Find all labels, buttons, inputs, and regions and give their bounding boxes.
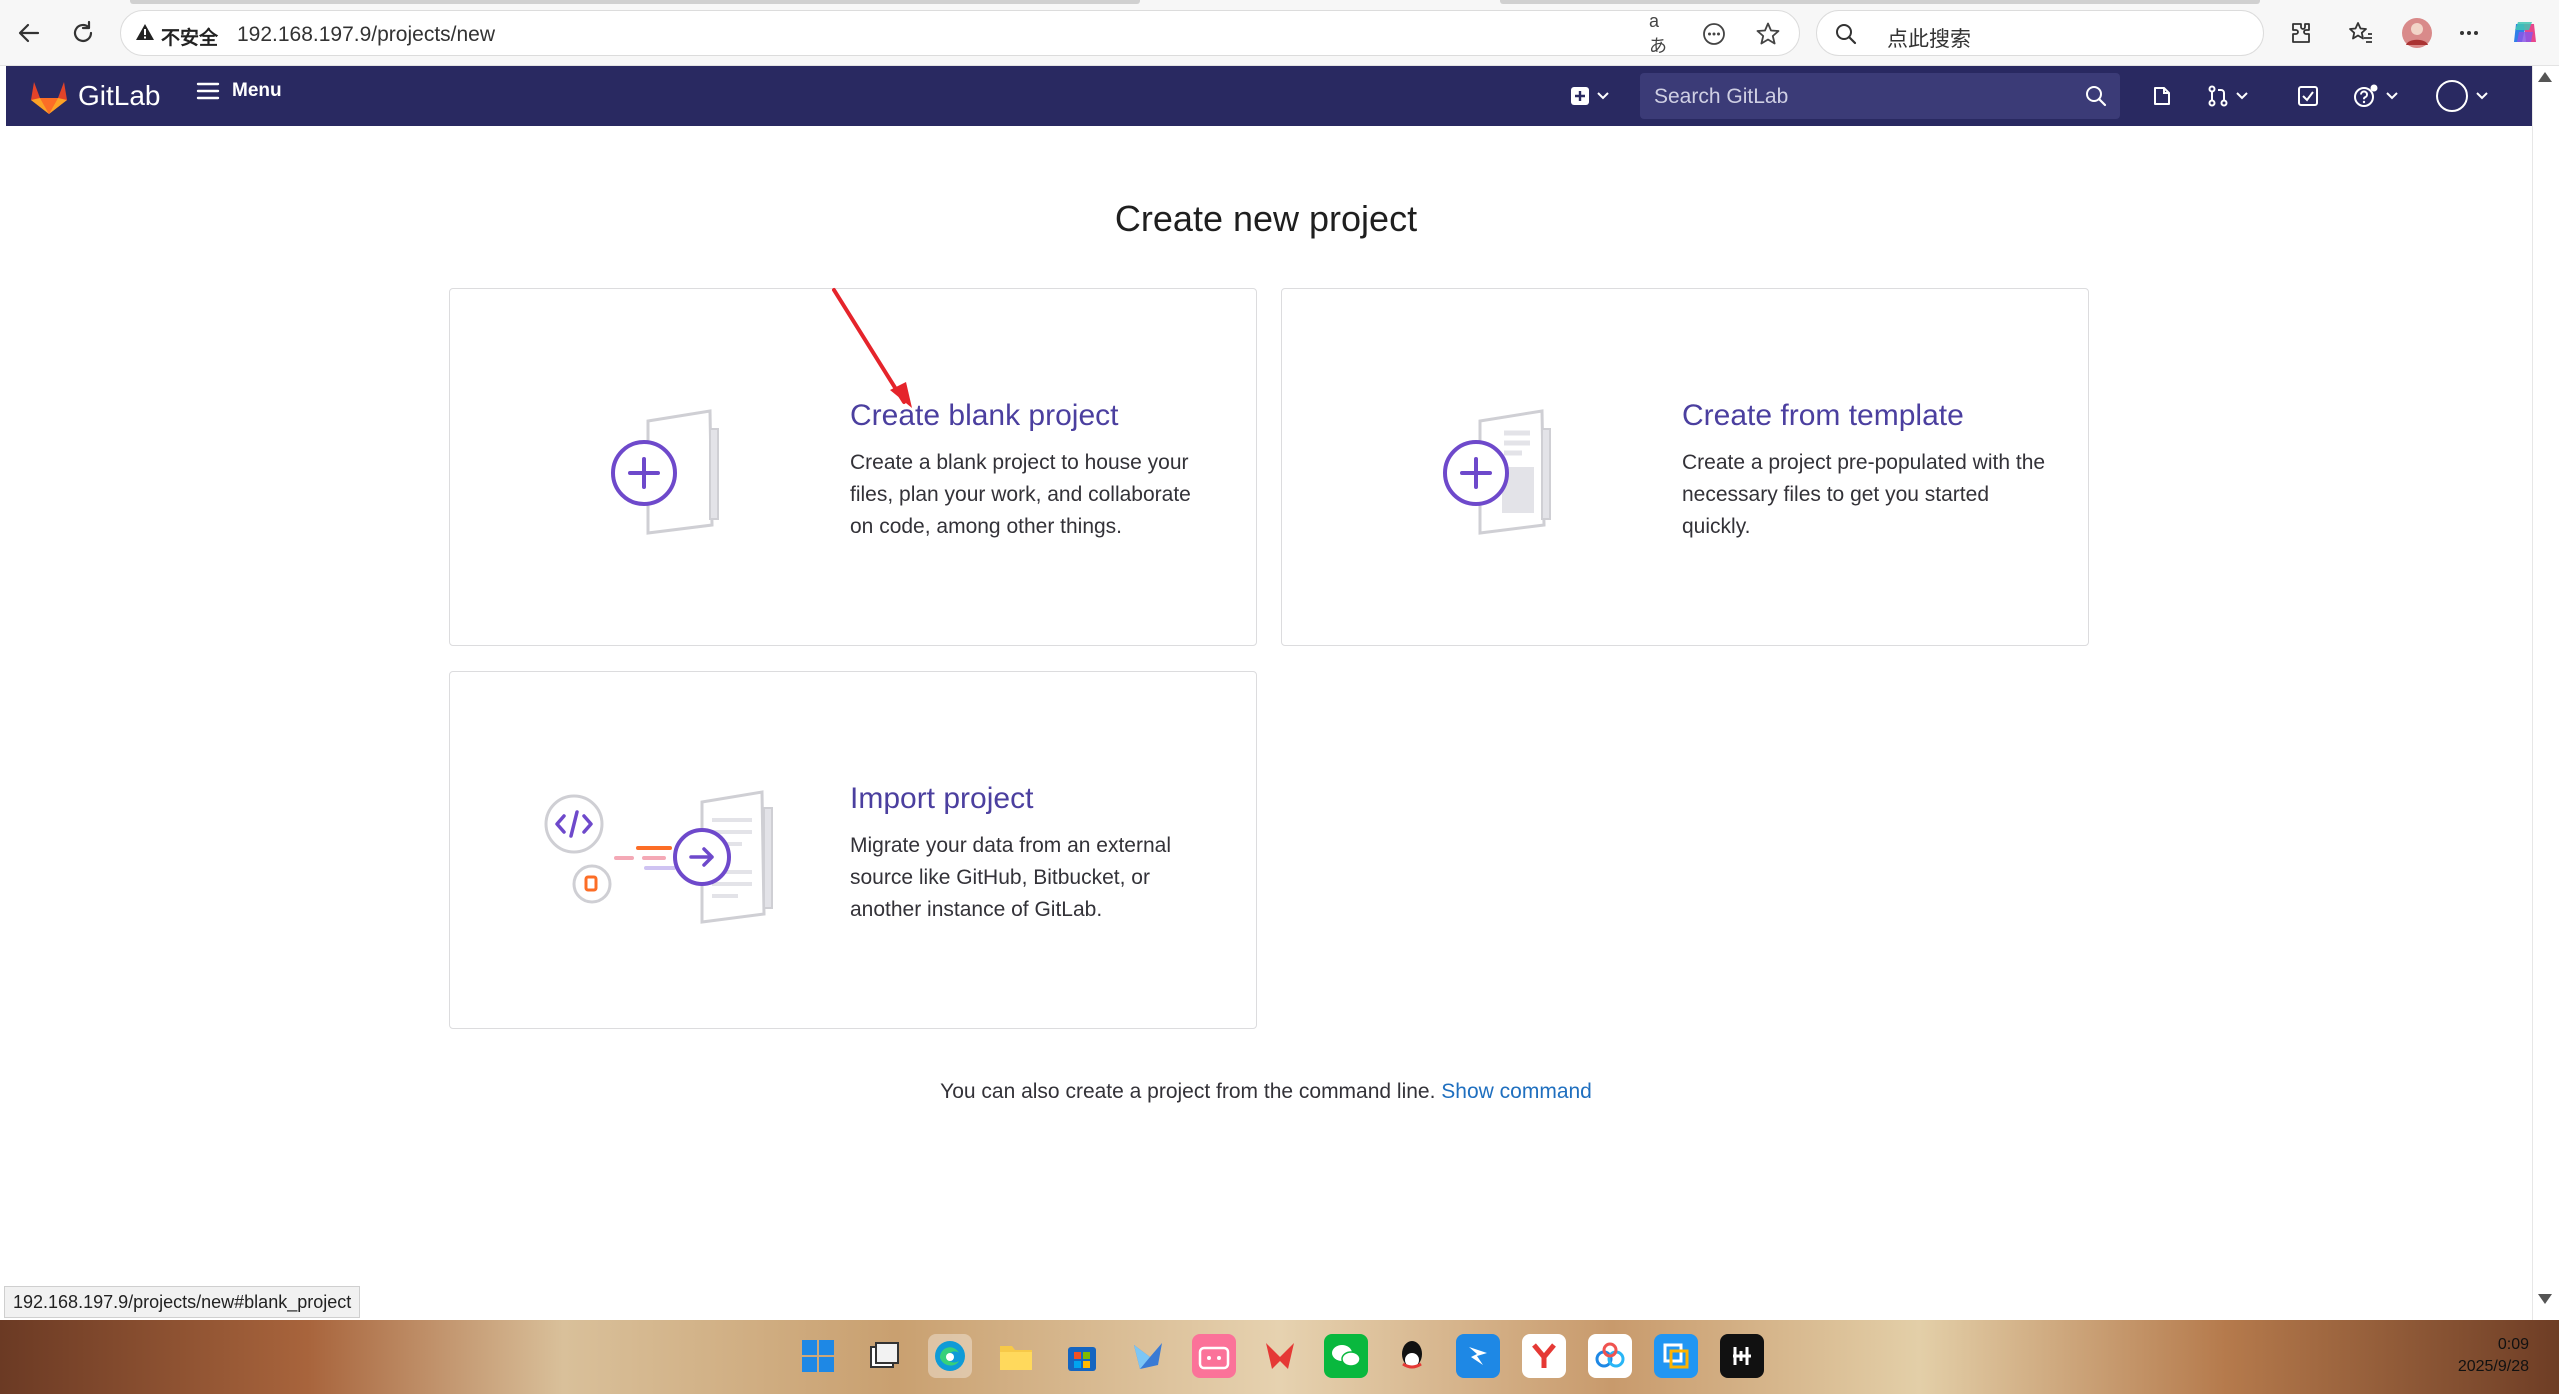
reload-icon [73,20,93,42]
system-clock[interactable]: 0:09 2025/9/28 [2458,1334,2529,1378]
merge-request-icon [2208,85,2228,107]
gitlab-brand-text[interactable]: GitLab [78,80,161,112]
feishu-icon[interactable] [1126,1334,1170,1378]
windows-taskbar: 0:09 2025/9/28 [0,1320,2559,1394]
back-arrow-icon [18,23,40,43]
page-scrollbar[interactable] [2532,66,2559,1320]
show-command-link[interactable]: Show command [1441,1080,1592,1103]
merge-requests-dropdown[interactable] [2200,78,2256,114]
microsoft-store-icon[interactable] [1060,1334,1104,1378]
menu-label: Menu [232,80,282,101]
hamburger-icon [196,82,220,100]
todos-button[interactable] [2288,78,2328,114]
chevron-down-icon [2236,92,2248,100]
user-avatar-icon [2436,80,2468,112]
card-title[interactable]: Import project [850,782,1033,816]
template-project-illustration [1443,409,1551,535]
todo-check-icon [2298,86,2318,106]
app-y-icon[interactable] [1522,1334,1566,1378]
annotation-arrow [832,288,912,408]
command-line-text: You can also create a project from the c… [940,1080,1436,1103]
url-text[interactable]: 192.168.197.9/projects/new [237,23,495,47]
qq-icon[interactable] [1390,1334,1434,1378]
gitlab-search-input[interactable] [1640,73,2076,121]
gitlab-top-bar: GitLab Menu [6,66,2532,126]
user-menu-dropdown[interactable] [2430,78,2494,114]
status-bar-url: 192.168.197.9/projects/new#blank_project [4,1286,361,1318]
file-explorer-icon[interactable] [994,1334,1038,1378]
chevron-down-icon [2476,92,2488,100]
xmind-icon[interactable] [1258,1334,1302,1378]
gitlab-search-box[interactable] [1640,73,2120,121]
start-button-icon[interactable] [796,1334,840,1378]
tab-strip-edge [130,0,1140,4]
vmware-icon[interactable] [1654,1334,1698,1378]
chevron-down-icon [1597,92,1609,100]
card-description: Create a project pre-populated with the … [1682,451,2046,538]
command-line-hint: You can also create a project from the c… [0,1080,2532,1104]
more-tools-icon[interactable] [1701,21,1727,47]
card-description: Migrate your data from an external sourc… [850,834,1171,921]
reload-button[interactable] [66,16,100,50]
read-aloud-icon[interactable]: aあ [1649,11,1675,56]
clock-time: 0:09 [2497,1336,2529,1353]
more-menu-icon[interactable] [2452,16,2486,50]
warning-icon [136,24,154,40]
insecure-label[interactable]: 不安全 [161,23,218,50]
scroll-up-arrow[interactable] [2538,72,2552,82]
browser-toolbar: 不安全 192.168.197.9/projects/new aあ 点此搜索 [0,0,2559,66]
scroll-down-arrow[interactable] [2538,1294,2552,1304]
address-bar[interactable]: 不安全 192.168.197.9/projects/new aあ [120,10,1800,56]
plus-square-icon [1571,87,1589,105]
new-item-dropdown[interactable] [1562,78,1618,114]
extensions-icon[interactable] [2284,16,2318,50]
copilot-icon[interactable] [2508,16,2542,50]
tab-strip-edge [1500,0,2260,4]
issues-button[interactable] [2142,78,2182,114]
page-title: Create new project [1114,198,1418,239]
profile-avatar[interactable] [2400,16,2434,50]
create-from-template-card[interactable]: Create from template Create a project pr… [1281,288,2089,646]
capcut-icon[interactable] [1720,1334,1764,1378]
chevron-down-icon [2386,92,2398,100]
blank-project-illustration [611,409,719,535]
import-project-illustration [544,790,773,924]
favorites-icon[interactable] [2344,16,2378,50]
task-view-icon[interactable] [862,1334,906,1378]
baidu-netdisk-icon[interactable] [1588,1334,1632,1378]
help-icon [2354,84,2378,107]
dingtalk-icon[interactable] [1456,1334,1500,1378]
search-icon [2086,86,2107,107]
wechat-icon[interactable] [1324,1334,1368,1378]
edge-browser-icon[interactable] [928,1334,972,1378]
back-button[interactable] [12,16,46,50]
import-project-card[interactable]: Import project Migrate your data from an… [449,671,1257,1029]
help-dropdown[interactable] [2346,78,2406,114]
card-title[interactable]: Create from template [1682,399,1964,433]
browser-search-placeholder: 点此搜索 [1887,28,1971,51]
clock-date: 2025/9/28 [2457,1358,2529,1375]
main-menu-button[interactable]: Menu [196,80,282,102]
favorite-star-icon[interactable] [1755,21,1781,47]
issues-icon [2154,87,2170,105]
gitlab-logo-icon[interactable] [30,79,68,115]
card-description: Create a blank project to house your fil… [850,451,1191,538]
browser-search-box[interactable]: 点此搜索 [1816,10,2264,56]
bilibili-icon[interactable] [1192,1334,1236,1378]
search-icon [1836,24,1857,45]
